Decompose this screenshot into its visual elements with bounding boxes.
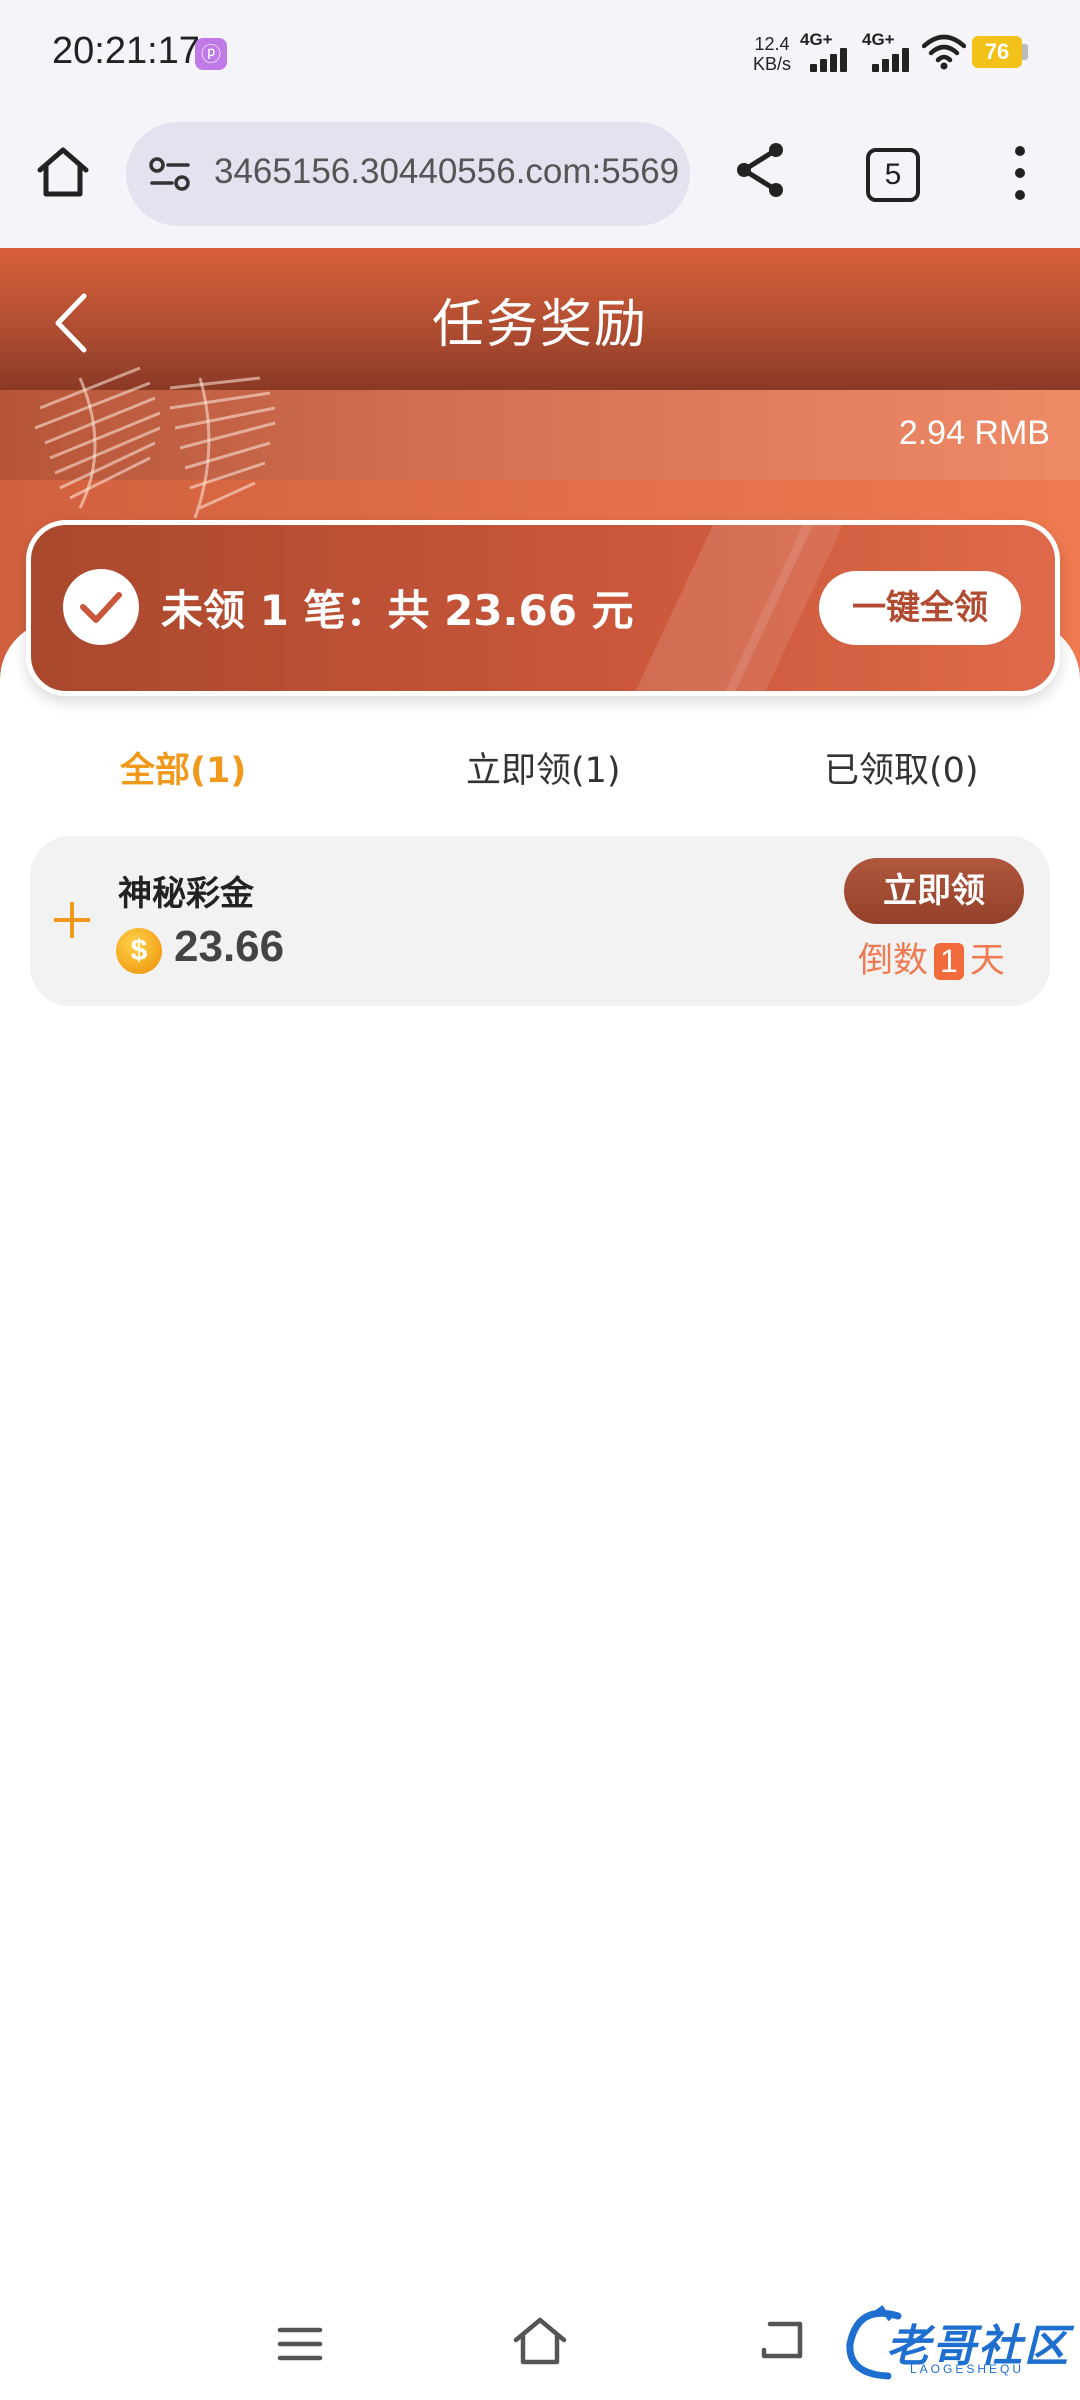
network-speed-unit: KB/s xyxy=(752,54,791,74)
sim1-network-label: 4G+ xyxy=(800,30,833,49)
battery-icon: 76 xyxy=(972,36,1022,68)
claim-now-button[interactable]: 立即领 xyxy=(844,858,1024,924)
page-title: 任务奖励 xyxy=(431,295,648,355)
coin-icon: $ xyxy=(116,928,162,974)
countdown: 倒数 1 天 xyxy=(858,932,1005,983)
url-text[interactable]: 3465156.30440556.com:5569 xyxy=(214,152,679,192)
more-menu-icon[interactable] xyxy=(1000,146,1040,202)
network-speed: 12.4 KB/s xyxy=(742,34,802,74)
reward-name: 神秘彩金 xyxy=(118,874,254,914)
wifi-icon xyxy=(922,34,966,70)
tab-switcher-button[interactable]: 5 xyxy=(866,148,920,202)
site-settings-icon[interactable] xyxy=(148,156,192,192)
countdown-suffix: 天 xyxy=(969,941,1005,981)
sim2-network-label: 4G+ xyxy=(862,30,895,49)
signal-sim1-icon: 4G+ xyxy=(800,30,852,72)
unclaimed-summary-text: 未领 1 笔：共 23.66 元 xyxy=(161,586,634,635)
recents-menu-icon[interactable] xyxy=(276,2324,324,2364)
address-bar[interactable]: 3465156.30440556.com:5569 xyxy=(126,122,690,226)
check-icon xyxy=(63,569,139,645)
countdown-prefix: 倒数 xyxy=(858,941,929,981)
claim-all-button[interactable]: 一键全领 xyxy=(819,571,1021,645)
browser-toolbar: 3465156.30440556.com:5569 5 xyxy=(0,110,1080,249)
countdown-value: 1 xyxy=(934,943,964,980)
battery-tip xyxy=(1022,44,1028,60)
watermark-logo: 老哥社区 LAOGESHEQU xyxy=(838,2304,1074,2384)
system-nav-bar: 老哥社区 LAOGESHEQU xyxy=(0,2290,1080,2400)
watermark-subtext: LAOGESHEQU xyxy=(910,2362,1025,2376)
network-speed-value: 12.4 xyxy=(754,34,790,54)
tab-claimed[interactable]: 已领取(0) xyxy=(824,742,979,793)
status-bar: 20:21:17 ⓟ 12.4 KB/s 4G+ 4G+ 76 xyxy=(0,0,1080,110)
balance-display: 2.94 RMB xyxy=(898,414,1050,452)
nav-back-icon[interactable] xyxy=(756,2316,806,2364)
home-icon[interactable] xyxy=(30,140,96,206)
reward-amount: 23.66 xyxy=(174,922,285,971)
reward-item: 神秘彩金 $ 23.66 立即领 倒数 1 天 xyxy=(30,836,1050,1006)
app-notification-icon: ⓟ xyxy=(195,38,227,70)
plus-icon[interactable] xyxy=(52,900,92,940)
nav-home-icon[interactable] xyxy=(512,2314,568,2368)
unclaimed-summary-card: 未领 1 笔：共 23.66 元 一键全领 xyxy=(26,520,1060,696)
tab-claim-now[interactable]: 立即领(1) xyxy=(466,742,621,793)
signal-sim2-icon: 4G+ xyxy=(862,30,914,72)
decorative-scribble xyxy=(34,366,276,519)
status-time: 20:21:17 xyxy=(52,30,200,72)
tab-all[interactable]: 全部(1) xyxy=(120,742,246,793)
share-icon[interactable] xyxy=(730,140,790,200)
